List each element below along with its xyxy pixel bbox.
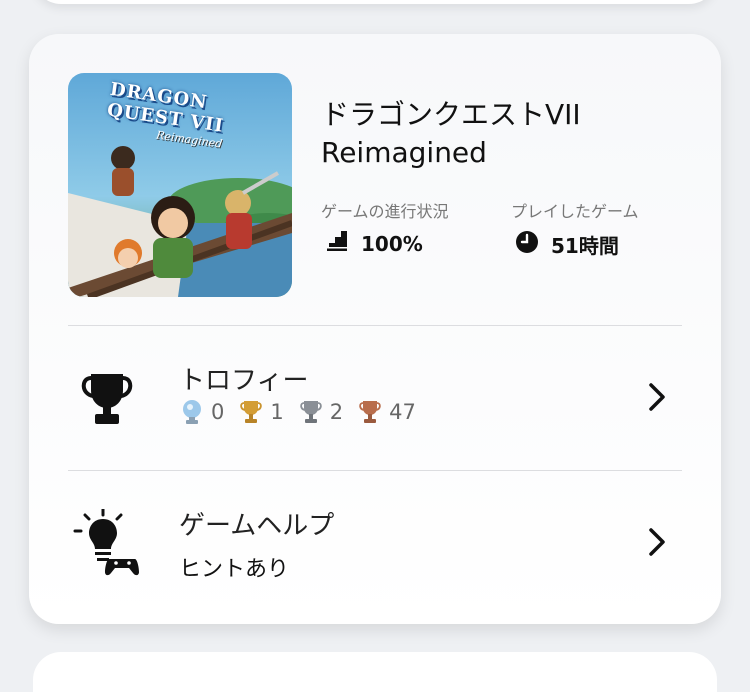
platinum-trophy: 0 [181, 399, 224, 425]
progress-label: ゲームの進行状況 [321, 202, 449, 221]
game-card: DRAGON QUEST VII Reimagined ドラゴンクエストVII … [29, 34, 721, 624]
trophy-icon [79, 372, 135, 430]
platinum-trophy-icon [183, 400, 201, 424]
platinum-count: 0 [211, 400, 225, 424]
game-help-subtitle: ヒントあり [179, 557, 290, 582]
bronze-count: 47 [389, 400, 416, 424]
chevron-right-icon [647, 382, 667, 416]
progress-stat: 100% [325, 230, 423, 257]
game-help-title: ゲームヘルプ [179, 511, 335, 541]
game-title-line1: ドラゴンクエストVII [321, 98, 581, 131]
game-cover-art[interactable]: DRAGON QUEST VII Reimagined [68, 73, 292, 297]
next-card [33, 652, 717, 692]
bronze-trophy: 47 [359, 399, 416, 425]
playtime-stat: 51時間 [515, 230, 619, 259]
previous-card [33, 0, 717, 4]
silver-trophy-icon [299, 401, 322, 423]
lightbulb-controller-icon [71, 507, 143, 581]
gold-count: 1 [270, 400, 284, 424]
progress-value: 100% [361, 231, 423, 256]
gold-trophy: 1 [240, 399, 284, 425]
game-help-row[interactable]: ゲームヘルプ ヒントあり [29, 471, 721, 615]
bronze-trophy-icon [359, 401, 381, 423]
chevron-right-icon [647, 527, 667, 561]
silver-trophy: 2 [299, 399, 344, 425]
clock-icon [515, 230, 539, 259]
game-title-line2: Reimagined [321, 136, 487, 169]
trophies-row[interactable]: トロフィー 0 1 2 47 [29, 326, 721, 470]
gold-trophy-icon [240, 401, 263, 423]
trophies-title: トロフィー [179, 366, 309, 396]
game-title: ドラゴンクエストVII Reimagined [321, 96, 701, 172]
playtime-label: プレイしたゲーム [511, 202, 639, 221]
trophy-counts: 0 1 2 47 [181, 399, 432, 425]
playtime-value: 51時間 [551, 234, 619, 258]
progress-stairs-icon [325, 230, 349, 257]
silver-count: 2 [329, 400, 344, 424]
